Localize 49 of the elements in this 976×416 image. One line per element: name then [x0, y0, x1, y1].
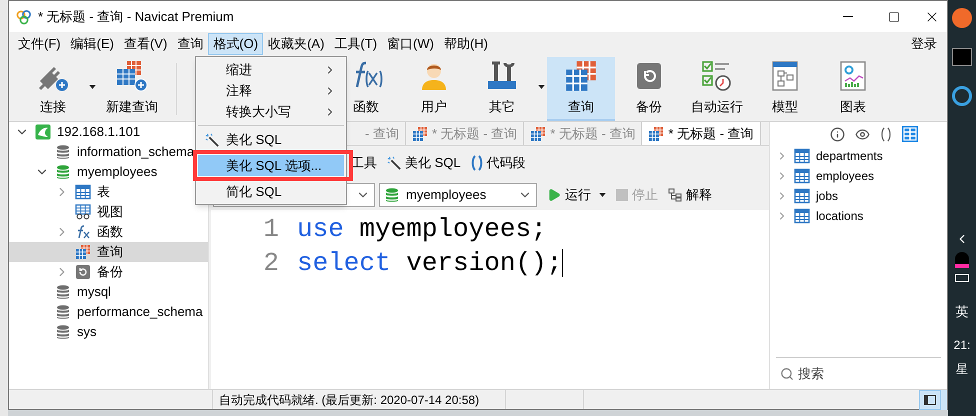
tree-item[interactable]: 备份 — [9, 262, 208, 282]
toolbar-button[interactable]: 模型 — [751, 56, 819, 120]
menu-item[interactable]: 查看(V) — [118, 33, 172, 55]
tree-item[interactable]: performance_schema — [9, 302, 208, 322]
editor-tool-button[interactable]: 美化 SQL — [387, 153, 461, 173]
input-method-text[interactable]: 英 — [956, 302, 968, 322]
tree-item[interactable]: mysql — [9, 282, 208, 302]
toolbar-button[interactable]: 其它 — [468, 56, 547, 120]
toolbar-button[interactable]: 新建查询 — [98, 56, 166, 120]
line-number: 1 — [263, 213, 279, 246]
toolbar-button[interactable]: 备份 — [615, 56, 683, 120]
tree-item[interactable]: sys — [9, 322, 208, 342]
menu-item[interactable]: 查询 — [172, 33, 208, 55]
line-number: 2 — [263, 247, 279, 280]
menu-item[interactable]: 帮助(H) — [438, 33, 494, 55]
window-title: * 无标题 - 查询 - Navicat Premium — [38, 8, 234, 26]
toolbar-button[interactable]: 查询 — [547, 56, 615, 120]
login-link[interactable]: 登录 — [911, 34, 937, 54]
menu-item[interactable]: 编辑(E) — [66, 33, 119, 55]
menu-item[interactable]: 工具(T) — [329, 33, 382, 55]
menu-option[interactable]: 美化 SQL — [198, 125, 344, 150]
toolbar-button[interactable]: 自动运行 — [683, 56, 751, 120]
clock-text[interactable]: 21: — [954, 336, 970, 354]
menu-item[interactable]: 格式(O) — [208, 33, 264, 55]
menu-item[interactable]: 窗口(W) — [382, 33, 439, 55]
menu-item[interactable]: 文件(F) — [13, 33, 66, 55]
code-line: use myemployees; — [297, 213, 548, 246]
editor-tab[interactable]: * 无标题 - 查询 — [642, 122, 761, 145]
action-button[interactable]: 解释 — [668, 185, 712, 205]
toolbar-button[interactable]: 图表 — [819, 56, 887, 120]
tree-item[interactable]: 查询 — [9, 242, 208, 262]
tree-item[interactable]: 函数 — [9, 222, 208, 242]
menu-item[interactable]: 收藏夹(A) — [263, 33, 330, 55]
toolbar-button[interactable]: 连接 — [19, 56, 98, 120]
date-text[interactable]: 星 — [956, 360, 968, 378]
editor-tool-button[interactable]: 代码段 — [470, 153, 526, 173]
table-item[interactable]: departments — [776, 146, 947, 166]
menu-option[interactable]: 美化 SQL 选项... — [198, 155, 344, 176]
table-item[interactable]: jobs — [776, 186, 947, 206]
toolbar-button[interactable]: 用户 — [400, 56, 468, 120]
table-item[interactable]: employees — [776, 166, 947, 186]
search-field[interactable]: 搜索 — [798, 364, 918, 384]
database-dropdown[interactable]: myemployees — [379, 183, 537, 207]
sql-editor[interactable]: 1 2 use myemployees; select version(); — [211, 210, 769, 389]
code-line: select version(); — [297, 247, 564, 280]
action-button[interactable]: 运行 — [547, 185, 606, 205]
tree-item[interactable]: 视图 — [9, 202, 208, 222]
table-item[interactable]: locations — [776, 206, 947, 226]
status-text: 自动完成代码就绪. (最后更新: 2020-07-14 20:58) — [218, 392, 480, 408]
